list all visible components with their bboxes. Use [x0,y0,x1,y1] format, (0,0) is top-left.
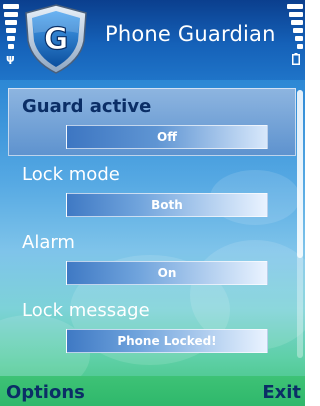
app-title: Phone Guardian [105,22,276,46]
softkey-bar: Options Exit [0,376,305,406]
setting-guard-active[interactable]: Guard active Off [8,88,296,156]
battery-level-icon [287,4,303,66]
shield-g-app-icon: G [25,4,87,74]
signal-strength-icon: ψ [3,4,19,66]
phone-screen: ψ G Phone Guardian Guard active Off Lock… [0,0,305,406]
setting-value-field[interactable]: Both [66,193,268,217]
svg-text:G: G [44,22,69,57]
setting-label: Lock mode [22,164,120,185]
title-bar: ψ G Phone Guardian [0,0,305,80]
setting-label: Lock message [22,300,150,321]
setting-alarm[interactable]: Alarm On [8,224,296,292]
setting-value-field[interactable]: Phone Locked! [66,329,268,353]
exit-softkey[interactable]: Exit [262,382,301,403]
setting-label: Guard active [22,96,152,117]
setting-lock-mode[interactable]: Lock mode Both [8,156,296,224]
setting-lock-message[interactable]: Lock message Phone Locked! [8,292,296,360]
setting-value-field[interactable]: Off [66,125,268,149]
scrollbar-thumb[interactable] [297,90,303,258]
options-softkey[interactable]: Options [6,382,85,403]
scrollbar[interactable] [297,90,303,358]
setting-value-field[interactable]: On [66,261,268,285]
setting-label: Alarm [22,232,75,253]
